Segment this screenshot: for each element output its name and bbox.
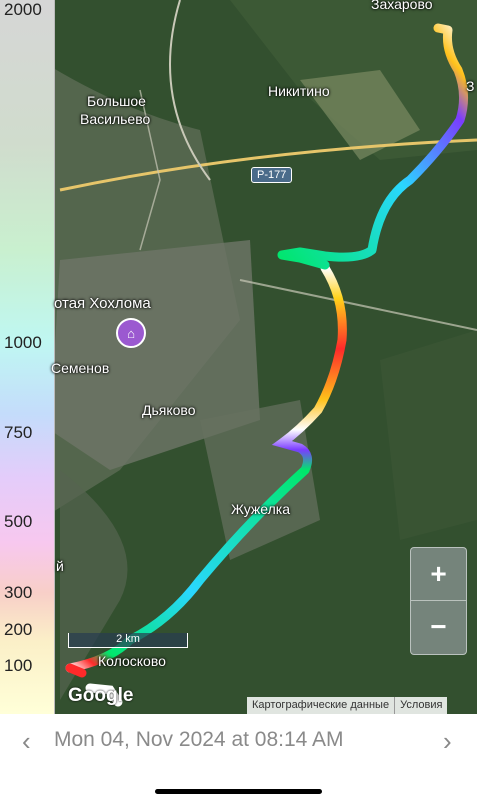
zoom-in-button[interactable]: + [411, 548, 466, 600]
scale-bar-label: 2 km [116, 633, 140, 645]
scale-tick-750: 750 [4, 423, 33, 442]
previous-day-button[interactable]: ‹ [22, 726, 31, 757]
zoom-out-button[interactable]: − [411, 600, 466, 653]
scale-tick-200: 200 [4, 620, 33, 639]
map-label-bolshoe: Большое [87, 93, 146, 109]
road-badge-r177: Р-177 [251, 167, 293, 183]
home-indicator [155, 789, 322, 794]
map-label-z: З [466, 78, 475, 94]
map-label-ey: й [56, 558, 64, 574]
map-label-nikitino: Никитино [268, 83, 330, 99]
map-data-link[interactable]: Картографические данные [247, 697, 394, 714]
map-label-semenov: Семенов [51, 360, 110, 376]
next-day-button[interactable]: › [443, 726, 452, 757]
scale-tick-300: 300 [4, 583, 33, 602]
google-logo: Google [68, 685, 134, 706]
date-navigation: ‹ Mon 04, Nov 2024 at 08:14 AM › [0, 714, 477, 768]
scale-tick-500: 500 [4, 512, 33, 531]
map-label-vasilevo: Васильево [80, 111, 151, 127]
track-date: Mon 04, Nov 2024 at 08:14 AM [54, 728, 344, 751]
map-label-zakharovo: Захарово [371, 0, 433, 12]
map-label-koloskovo: Колосково [98, 653, 166, 669]
map-attribution: Картографические данные Условия [247, 697, 448, 714]
altitude-scale: 2000 1000 750 500 300 200 100 [0, 0, 55, 714]
museum-poi-icon[interactable]: ⌂ [116, 318, 146, 348]
scale-tick-2000: 2000 [4, 0, 42, 19]
scale-tick-100: 100 [4, 656, 33, 675]
map-label-dyakovo: Дьяково [142, 402, 196, 418]
scale-tick-1000: 1000 [4, 333, 42, 352]
map-label-khokhloma: отая Хохлома [54, 295, 151, 312]
map-label-zhuzhelka: Жужелка [231, 501, 291, 517]
satellite-background [0, 0, 477, 714]
terms-link[interactable]: Условия [394, 697, 447, 714]
zoom-control: + − [410, 547, 467, 655]
map-view[interactable]: 2000 1000 750 500 300 200 100 Захарово З… [0, 0, 477, 714]
map-scale-bar: 2 km [68, 633, 188, 648]
